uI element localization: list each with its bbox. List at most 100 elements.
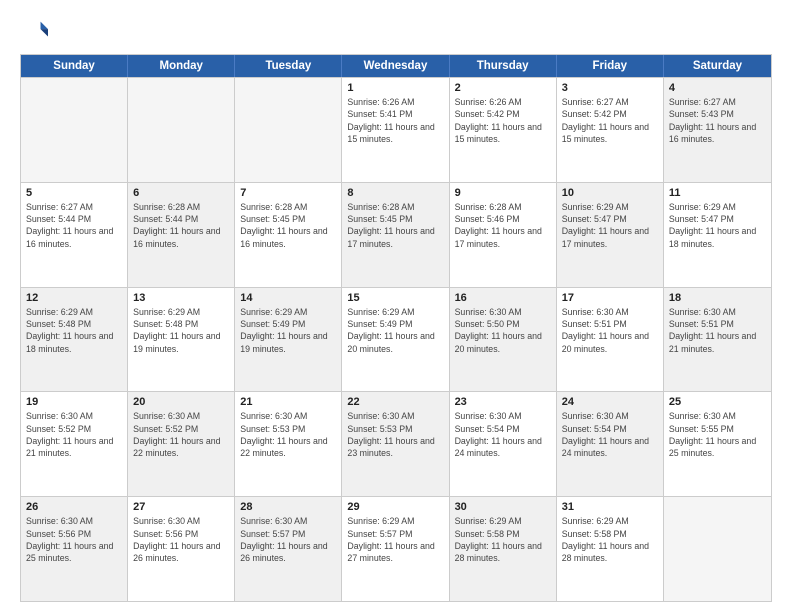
day-info: Sunrise: 6:30 AMSunset: 5:55 PMDaylight:… [669,410,766,459]
calendar-cell: 30 Sunrise: 6:29 AMSunset: 5:58 PMDayligh… [450,497,557,601]
day-info: Sunrise: 6:29 AMSunset: 5:49 PMDaylight:… [347,306,443,355]
calendar-row: 12 Sunrise: 6:29 AMSunset: 5:48 PMDayligh… [21,287,771,392]
calendar-row: 1 Sunrise: 6:26 AMSunset: 5:41 PMDaylight… [21,77,771,182]
day-info: Sunrise: 6:29 AMSunset: 5:48 PMDaylight:… [133,306,229,355]
logo-icon [20,16,48,44]
day-info: Sunrise: 6:30 AMSunset: 5:56 PMDaylight:… [133,515,229,564]
day-of-week-header: Sunday [21,55,128,77]
calendar-cell: 6 Sunrise: 6:28 AMSunset: 5:44 PMDaylight… [128,183,235,287]
day-of-week-header: Wednesday [342,55,449,77]
calendar-cell: 16 Sunrise: 6:30 AMSunset: 5:50 PMDayligh… [450,288,557,392]
calendar-cell: 23 Sunrise: 6:30 AMSunset: 5:54 PMDayligh… [450,392,557,496]
day-info: Sunrise: 6:26 AMSunset: 5:42 PMDaylight:… [455,96,551,145]
day-number: 11 [669,187,766,199]
calendar-row: 19 Sunrise: 6:30 AMSunset: 5:52 PMDayligh… [21,391,771,496]
calendar-cell [128,78,235,182]
day-info: Sunrise: 6:30 AMSunset: 5:53 PMDaylight:… [240,410,336,459]
day-info: Sunrise: 6:30 AMSunset: 5:51 PMDaylight:… [562,306,658,355]
calendar-cell: 27Sunrise: 6:30 AMSunset: 5:56 PMDayligh… [128,497,235,601]
day-info: Sunrise: 6:28 AMSunset: 5:45 PMDaylight:… [240,201,336,250]
calendar-cell: 14 Sunrise: 6:29 AMSunset: 5:49 PMDayligh… [235,288,342,392]
day-info: Sunrise: 6:30 AMSunset: 5:54 PMDaylight:… [455,410,551,459]
day-number: 25 [669,396,766,408]
day-info: Sunrise: 6:29 AMSunset: 5:58 PMDaylight:… [455,515,551,564]
day-info: Sunrise: 6:28 AMSunset: 5:44 PMDaylight:… [133,201,229,250]
calendar-cell: 21Sunrise: 6:30 AMSunset: 5:53 PMDayligh… [235,392,342,496]
day-number: 29 [347,501,443,513]
day-number: 17 [562,292,658,304]
day-info: Sunrise: 6:28 AMSunset: 5:46 PMDaylight:… [455,201,551,250]
day-number: 13 [133,292,229,304]
calendar: SundayMondayTuesdayWednesdayThursdayFrid… [20,54,772,602]
day-info: Sunrise: 6:29 AMSunset: 5:48 PMDaylight:… [26,306,122,355]
day-info: Sunrise: 6:30 AMSunset: 5:52 PMDaylight:… [133,410,229,459]
calendar-cell: 13 Sunrise: 6:29 AMSunset: 5:48 PMDayligh… [128,288,235,392]
day-info: Sunrise: 6:30 AMSunset: 5:51 PMDaylight:… [669,306,766,355]
day-of-week-header: Saturday [664,55,771,77]
day-number: 19 [26,396,122,408]
day-info: Sunrise: 6:30 AMSunset: 5:53 PMDaylight:… [347,410,443,459]
day-info: Sunrise: 6:29 AMSunset: 5:47 PMDaylight:… [562,201,658,250]
day-info: Sunrise: 6:29 AMSunset: 5:49 PMDaylight:… [240,306,336,355]
calendar-cell: 24 Sunrise: 6:30 AMSunset: 5:54 PMDayligh… [557,392,664,496]
day-of-week-header: Thursday [450,55,557,77]
day-number: 24 [562,396,658,408]
day-number: 30 [455,501,551,513]
day-number: 31 [562,501,658,513]
calendar-cell [21,78,128,182]
calendar-cell: 3Sunrise: 6:27 AMSunset: 5:42 PMDaylight… [557,78,664,182]
day-info: Sunrise: 6:28 AMSunset: 5:45 PMDaylight:… [347,201,443,250]
day-info: Sunrise: 6:29 AMSunset: 5:57 PMDaylight:… [347,515,443,564]
day-of-week-header: Monday [128,55,235,77]
day-number: 5 [26,187,122,199]
day-number: 6 [133,187,229,199]
day-info: Sunrise: 6:26 AMSunset: 5:41 PMDaylight:… [347,96,443,145]
calendar-cell: 17 Sunrise: 6:30 AMSunset: 5:51 PMDayligh… [557,288,664,392]
calendar-cell: 12 Sunrise: 6:29 AMSunset: 5:48 PMDayligh… [21,288,128,392]
calendar-page: SundayMondayTuesdayWednesdayThursdayFrid… [0,0,792,612]
day-number: 20 [133,396,229,408]
day-number: 7 [240,187,336,199]
calendar-cell: 25 Sunrise: 6:30 AMSunset: 5:55 PMDayligh… [664,392,771,496]
day-number: 15 [347,292,443,304]
logo [20,16,52,44]
calendar-row: 26 Sunrise: 6:30 AMSunset: 5:56 PMDayligh… [21,496,771,601]
calendar-cell: 2 Sunrise: 6:26 AMSunset: 5:42 PMDaylight… [450,78,557,182]
calendar-body: 1 Sunrise: 6:26 AMSunset: 5:41 PMDaylight… [21,77,771,601]
day-number: 9 [455,187,551,199]
day-number: 22 [347,396,443,408]
day-info: Sunrise: 6:27 AMSunset: 5:44 PMDaylight:… [26,201,122,250]
day-info: Sunrise: 6:30 AMSunset: 5:57 PMDaylight:… [240,515,336,564]
calendar-cell: 18Sunrise: 6:30 AMSunset: 5:51 PMDayligh… [664,288,771,392]
calendar-cell: 26 Sunrise: 6:30 AMSunset: 5:56 PMDayligh… [21,497,128,601]
day-number: 23 [455,396,551,408]
day-info: Sunrise: 6:27 AMSunset: 5:43 PMDaylight:… [669,96,766,145]
day-info: Sunrise: 6:30 AMSunset: 5:50 PMDaylight:… [455,306,551,355]
page-header [20,16,772,44]
day-info: Sunrise: 6:30 AMSunset: 5:54 PMDaylight:… [562,410,658,459]
day-number: 1 [347,82,443,94]
calendar-cell: 22 Sunrise: 6:30 AMSunset: 5:53 PMDayligh… [342,392,449,496]
day-number: 2 [455,82,551,94]
day-number: 16 [455,292,551,304]
day-info: Sunrise: 6:30 AMSunset: 5:56 PMDaylight:… [26,515,122,564]
calendar-cell: 20 Sunrise: 6:30 AMSunset: 5:52 PMDayligh… [128,392,235,496]
day-of-week-header: Tuesday [235,55,342,77]
calendar-cell: 9 Sunrise: 6:28 AMSunset: 5:46 PMDaylight… [450,183,557,287]
calendar-cell: 4 Sunrise: 6:27 AMSunset: 5:43 PMDaylight… [664,78,771,182]
day-number: 26 [26,501,122,513]
day-number: 12 [26,292,122,304]
calendar-cell: 7 Sunrise: 6:28 AMSunset: 5:45 PMDaylight… [235,183,342,287]
calendar-cell: 29 Sunrise: 6:29 AMSunset: 5:57 PMDayligh… [342,497,449,601]
calendar-row: 5 Sunrise: 6:27 AMSunset: 5:44 PMDaylight… [21,182,771,287]
day-number: 14 [240,292,336,304]
day-number: 4 [669,82,766,94]
day-info: Sunrise: 6:29 AMSunset: 5:47 PMDaylight:… [669,201,766,250]
day-number: 10 [562,187,658,199]
day-number: 8 [347,187,443,199]
calendar-cell: 11 Sunrise: 6:29 AMSunset: 5:47 PMDayligh… [664,183,771,287]
calendar-cell: 15 Sunrise: 6:29 AMSunset: 5:49 PMDayligh… [342,288,449,392]
calendar-cell: 8 Sunrise: 6:28 AMSunset: 5:45 PMDaylight… [342,183,449,287]
calendar-cell: 10 Sunrise: 6:29 AMSunset: 5:47 PMDayligh… [557,183,664,287]
calendar-cell: 5 Sunrise: 6:27 AMSunset: 5:44 PMDaylight… [21,183,128,287]
